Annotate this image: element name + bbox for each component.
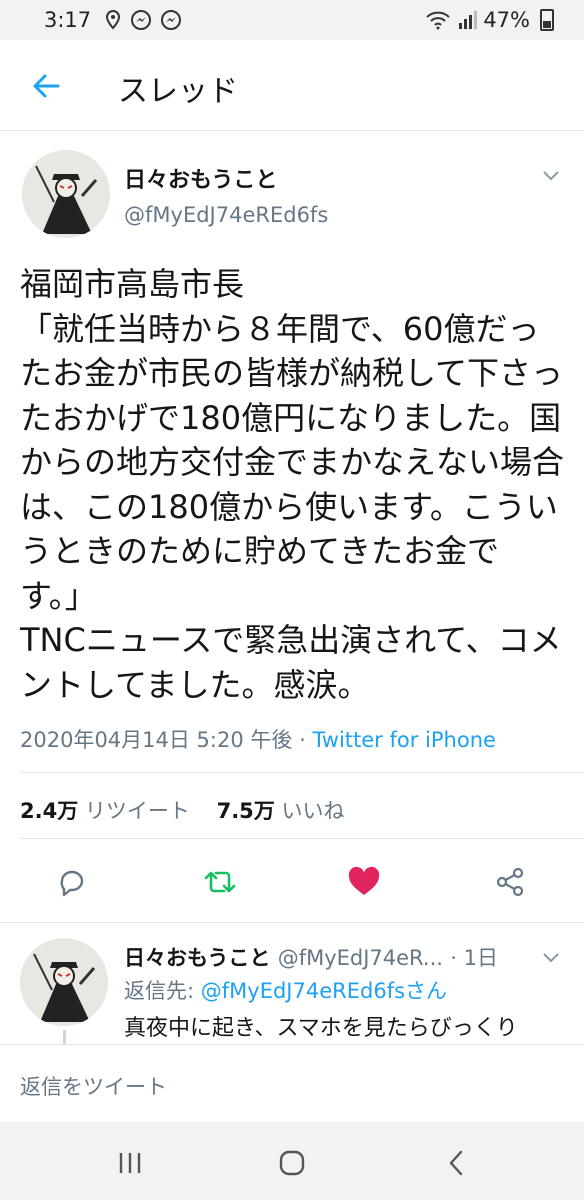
retweet-count[interactable]: 2.4万 — [20, 799, 78, 823]
retweet-icon — [204, 871, 236, 893]
wifi-icon — [426, 11, 450, 30]
reply-input[interactable]: 返信をツイート — [20, 1071, 167, 1101]
divider — [20, 838, 584, 839]
author-name[interactable]: 日々おもうこと — [124, 162, 277, 194]
back-button[interactable] — [436, 1148, 476, 1178]
status-notification-icons — [104, 9, 182, 31]
home-icon — [279, 1150, 305, 1176]
reply-header: 日々おもうこと @fMyEdJ74eR... · 1日 — [124, 942, 498, 972]
tweet-timestamp: 2020年04月14日 5:20 午後 — [20, 728, 293, 752]
reply-prefix: 返信先: — [124, 979, 201, 1003]
tweet-meta: 2020年04月14日 5:20 午後 · Twitter for iPhone — [20, 724, 496, 754]
reply-time: · 1日 — [450, 946, 498, 970]
retweet-button[interactable] — [198, 860, 242, 904]
location-icon — [105, 9, 121, 30]
heart-icon — [348, 866, 380, 895]
messenger-icon — [131, 10, 151, 30]
reply-mention-link[interactable]: @fMyEdJ74eREd6fsさん — [201, 979, 447, 1003]
retweet-label[interactable]: リツイート — [85, 799, 190, 823]
messenger-icon-2 — [161, 10, 181, 30]
reply-icon — [60, 870, 84, 897]
reply-to: 返信先: @fMyEdJ74eREd6fsさん — [124, 975, 447, 1005]
like-label[interactable]: いいね — [281, 799, 344, 823]
reply-author-handle[interactable]: @fMyEdJ74eR... — [278, 946, 443, 970]
signal-icon — [459, 11, 478, 29]
meta-separator: · — [292, 728, 313, 752]
battery-percent: 47% — [483, 8, 530, 32]
reply-avatar[interactable] — [20, 938, 108, 1026]
status-time: 3:17 — [44, 8, 92, 32]
avatar-illustration — [20, 938, 108, 1026]
reply-author-name[interactable]: 日々おもうこと — [124, 946, 270, 970]
avatar[interactable] — [22, 150, 110, 238]
author-handle[interactable]: @fMyEdJ74eREd6fs — [124, 203, 328, 227]
share-button[interactable] — [488, 860, 532, 904]
page-title: スレッド — [118, 74, 238, 109]
tweet-source-link[interactable]: Twitter for iPhone — [312, 728, 496, 752]
like-button[interactable] — [342, 860, 386, 904]
recent-apps-button[interactable] — [110, 1148, 150, 1178]
reply-text: 真夜中に起き、スマホを見たらびっくり — [124, 1016, 518, 1041]
home-button[interactable] — [272, 1148, 312, 1178]
top-app-bar: スレッド — [0, 40, 584, 131]
system-nav-bar — [0, 1122, 584, 1200]
tweet-actions — [0, 860, 584, 906]
share-icon — [496, 867, 524, 897]
chevron-down-icon[interactable] — [540, 946, 562, 968]
back-arrow-icon[interactable] — [28, 68, 64, 104]
battery-icon — [540, 9, 554, 31]
reply-compose-bar[interactable]: 返信をツイート — [0, 1044, 584, 1123]
status-bar: 3:17 47% — [0, 0, 584, 40]
like-count[interactable]: 7.5万 — [217, 799, 275, 823]
divider — [20, 772, 584, 773]
chevron-down-icon[interactable] — [540, 164, 562, 186]
avatar-illustration — [22, 150, 110, 238]
recent-apps-icon — [119, 1153, 141, 1173]
divider — [0, 922, 584, 923]
back-icon — [449, 1150, 463, 1176]
tweet-stats: 2.4万 リツイート 7.5万 いいね — [20, 795, 344, 825]
tweet-text: 福岡市高島市長 「就任当時から８年間で、60億だったお金が市民の皆様が納税して下… — [20, 265, 565, 704]
reply-button[interactable] — [50, 860, 94, 904]
status-right: 47% — [425, 8, 554, 32]
thread-line — [63, 1030, 66, 1044]
